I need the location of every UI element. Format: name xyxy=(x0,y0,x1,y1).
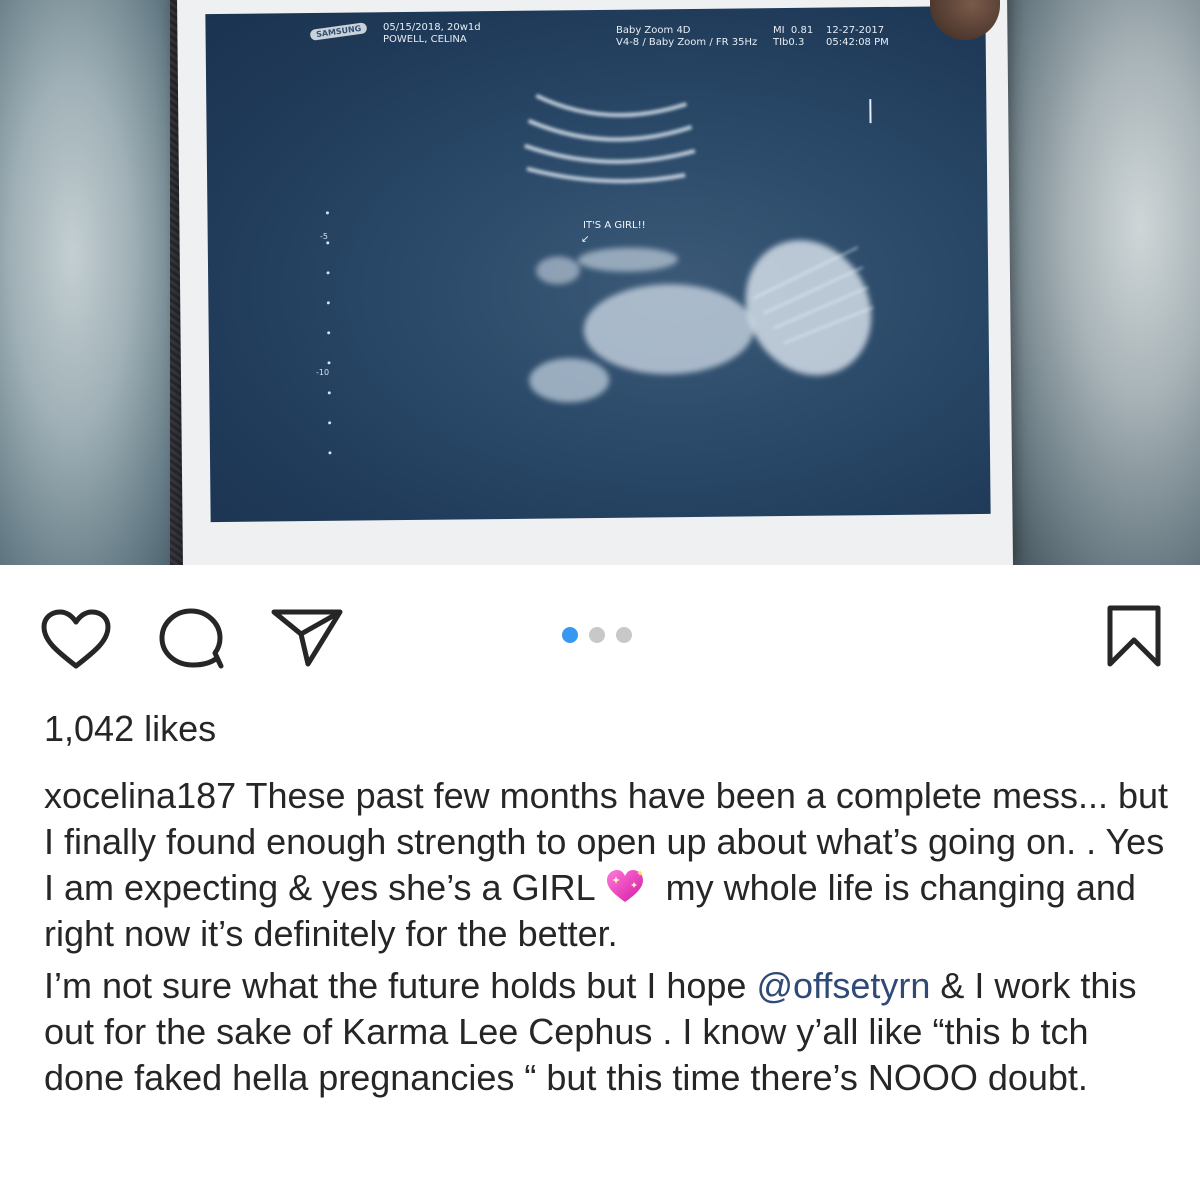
carousel-dot-active xyxy=(562,627,578,643)
username-link[interactable]: xocelina187 xyxy=(44,775,236,816)
carousel-indicator xyxy=(562,627,632,643)
depth-tick: -10 xyxy=(316,368,330,377)
likes-count[interactable]: 1,042 likes xyxy=(44,708,216,750)
heart-icon xyxy=(41,609,111,669)
caption-paragraph: xocelina187 These past few months have b… xyxy=(44,773,1174,957)
ultrasound-scan xyxy=(205,5,991,523)
annotation-arrow-icon: ↙ xyxy=(581,234,590,245)
mention-link[interactable]: @offsetyrn xyxy=(756,965,930,1006)
ultrasound-image xyxy=(325,93,874,455)
sparkling-heart-emoji-icon xyxy=(606,870,643,902)
post-photo[interactable]: SAMSUNG 05/15/2018, 20w1d POWELL, CELINA… xyxy=(0,0,1200,565)
bookmark-icon xyxy=(1107,605,1161,667)
caption-paragraph: I’m not sure what the future holds but I… xyxy=(44,963,1174,1101)
like-button[interactable] xyxy=(40,608,112,670)
post-caption: xocelina187 These past few months have b… xyxy=(44,773,1174,1107)
save-button[interactable] xyxy=(1104,604,1164,668)
mi-tib-info: MI 0.81 TIb0.3 xyxy=(773,25,814,48)
paper-plane-icon xyxy=(271,609,343,667)
scan-datetime: 12-27-2017 05:42:08 PM xyxy=(826,25,889,48)
carousel-dot xyxy=(616,627,632,643)
share-button[interactable] xyxy=(270,606,346,668)
comment-icon xyxy=(159,608,224,669)
photo-blur-right xyxy=(1000,0,1200,565)
depth-tick: -5 xyxy=(320,232,328,241)
its-a-girl-annotation: IT'S A GIRL!! xyxy=(583,220,646,231)
scan-mode-info: Baby Zoom 4D V4-8 / Baby Zoom / FR 35Hz xyxy=(616,25,758,48)
comment-button[interactable] xyxy=(157,606,227,672)
photo-blur-left xyxy=(0,0,180,565)
patient-info: 05/15/2018, 20w1d POWELL, CELINA xyxy=(383,22,481,45)
carousel-dot xyxy=(589,627,605,643)
caption-text: I’m not sure what the future holds but I… xyxy=(44,965,757,1006)
